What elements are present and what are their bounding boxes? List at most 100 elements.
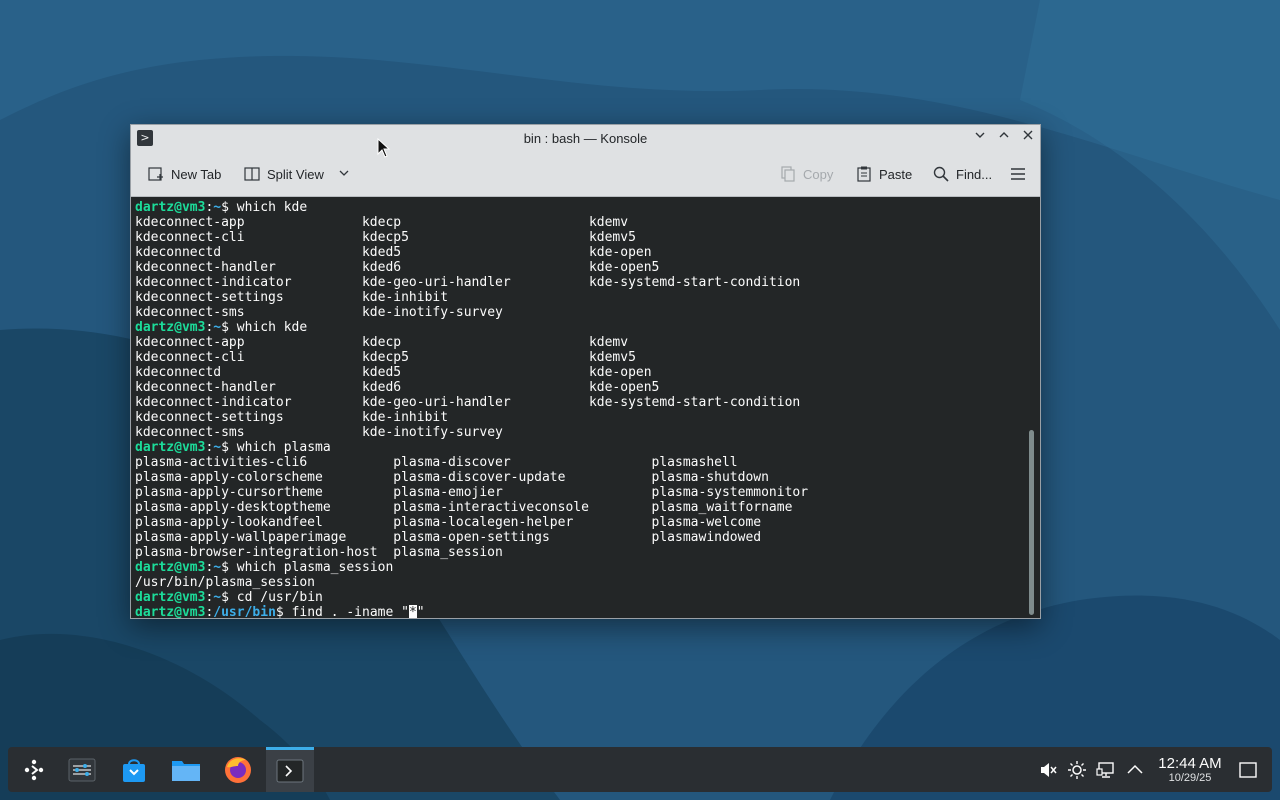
terminal-output-cell: kdecp5 xyxy=(361,230,409,245)
terminal-output-cell: plasma-welcome xyxy=(651,515,762,530)
terminal-output-row: plasma-apply-cursortheme plasma-emojier pl… xyxy=(135,485,1040,500)
terminal-output-row: plasma-browser-integration-host plasma_se… xyxy=(135,545,1040,560)
terminal-output-cell: kdemv xyxy=(588,335,629,350)
prompt-command: which kde xyxy=(236,200,308,215)
prompt-symbol: $ xyxy=(221,320,237,335)
terminal-output-row: plasma-activities-cli6 plasma-discover pla… xyxy=(135,455,1040,470)
terminal-output-cell: plasma-localegen-helper xyxy=(393,515,574,530)
find-label: Find... xyxy=(956,166,993,182)
terminal-output-cell: plasma-discover xyxy=(393,455,511,470)
show-desktop-icon[interactable] xyxy=(1238,760,1258,780)
terminal-output[interactable]: dartz@vm3:~$ which kde kdeconnect-app kdec… xyxy=(131,197,1040,619)
volume-muted-icon[interactable] xyxy=(1038,760,1058,780)
terminal-output-cell: kde-open xyxy=(588,245,652,260)
prompt-command: cd /usr/bin xyxy=(236,590,323,605)
prompt-command: find . -iname " xyxy=(291,605,409,619)
prompt-command: which plasma_session xyxy=(236,560,394,575)
prompt-symbol: $ xyxy=(221,440,237,455)
terminal-output-cell: kdecp5 xyxy=(361,350,409,365)
terminal-current-prompt: dartz@vm3:/usr/bin$ find . -iname "*" xyxy=(135,605,1040,619)
terminal-output-cell: plasma-apply-desktoptheme xyxy=(135,500,331,515)
taskbar: 12:44 AM 10/29/25 xyxy=(8,747,1272,792)
system-settings-icon[interactable] xyxy=(58,747,106,792)
terminal-output-cell: plasma-activities-cli6 xyxy=(135,455,308,470)
search-icon xyxy=(932,165,950,183)
terminal-output-row: kdeconnect-sms kde-inotify-survey xyxy=(135,425,1040,440)
terminal-output-cell: kdemv5 xyxy=(588,350,636,365)
clock-time[interactable]: 12:44 AM xyxy=(1154,755,1226,772)
terminal-output-cell: kded5 xyxy=(361,245,402,260)
paste-icon xyxy=(855,165,873,183)
terminal-output-cell: kde-inhibit xyxy=(361,290,449,305)
terminal-output-cell: plasma-emojier xyxy=(393,485,503,500)
terminal-output-cell: plasma_session xyxy=(393,545,503,560)
maximize-icon[interactable] xyxy=(995,129,1013,147)
terminal-output-cell: kdeconnect-handler xyxy=(135,380,276,395)
terminal-scrollbar[interactable] xyxy=(1029,430,1034,615)
terminal-output-cell: plasma-apply-cursortheme xyxy=(135,485,323,500)
terminal-output-cell: kde-open xyxy=(588,365,652,380)
terminal-output-cell: plasmashell xyxy=(651,455,738,470)
prompt-user: dartz@vm3 xyxy=(135,320,206,335)
prompt-path: ~ xyxy=(213,440,222,455)
terminal-output-cell: kdeconnect-cli xyxy=(135,230,245,245)
window-titlebar[interactable]: > bin : bash — Konsole xyxy=(131,125,1040,151)
terminal-output-cell: plasma-apply-colorscheme xyxy=(135,470,323,485)
prompt-user: dartz@vm3 xyxy=(135,560,206,575)
prompt-command: which kde xyxy=(236,320,308,335)
terminal-prompt-line: dartz@vm3:~$ cd /usr/bin xyxy=(135,590,1040,605)
terminal-output-cell: kdeconnect-handler xyxy=(135,260,276,275)
new-tab-button[interactable]: New Tab xyxy=(147,163,221,185)
prompt-user: dartz@vm3 xyxy=(135,440,206,455)
app-launcher-icon[interactable] xyxy=(10,747,58,792)
chevron-down-icon[interactable] xyxy=(338,167,350,182)
terminal-output-cell: kded6 xyxy=(361,260,402,275)
discover-store-icon[interactable] xyxy=(110,747,158,792)
dolphin-file-manager-icon[interactable] xyxy=(162,747,210,792)
konsole-icon[interactable] xyxy=(266,747,314,792)
terminal-output-cell: kdeconnect-app xyxy=(135,215,245,230)
terminal-output-cell: plasma-browser-integration-host xyxy=(135,545,378,560)
terminal-output-row: kdeconnect-sms kde-inotify-survey xyxy=(135,305,1040,320)
terminal-output-row: kdeconnect-app kdecp kdemv xyxy=(135,215,1040,230)
copy-label: Copy xyxy=(803,166,834,182)
hamburger-menu-icon[interactable] xyxy=(1009,163,1027,185)
terminal-output-cell: kdeconnect-cli xyxy=(135,350,245,365)
terminal-output-cell: kde-inotify-survey xyxy=(361,305,503,320)
terminal-output-cell: kdeconnect-settings xyxy=(135,290,284,305)
terminal-output-cell: kde-open5 xyxy=(588,380,660,395)
network-icon[interactable] xyxy=(1096,760,1116,780)
terminal-output-cell: kdecp xyxy=(361,335,402,350)
terminal-output-cell: kded5 xyxy=(361,365,402,380)
terminal-output-cell: kdeconnect-indicator xyxy=(135,395,292,410)
terminal-output-row: kdeconnect-cli kdecp5 kdemv5 xyxy=(135,230,1040,245)
paste-label: Paste xyxy=(879,166,913,182)
paste-button[interactable]: Paste xyxy=(855,163,912,185)
minimize-icon[interactable] xyxy=(971,129,989,147)
terminal-output-row: kdeconnect-cli kdecp5 kdemv5 xyxy=(135,350,1040,365)
terminal-output-cell: kdecp xyxy=(361,215,402,230)
find-button[interactable]: Find... xyxy=(932,163,992,185)
terminal-output-cell: plasmawindowed xyxy=(651,530,762,545)
terminal-output-cell: kde-geo-uri-handler xyxy=(361,395,511,410)
terminal-output-cell: kdeconnect-sms xyxy=(135,305,245,320)
konsole-toolbar: New Tab Split View Copy Paste Find... xyxy=(131,151,1040,197)
terminal-output-cell: plasma_waitforname xyxy=(651,500,793,515)
close-icon[interactable] xyxy=(1019,129,1037,147)
terminal-output-row: plasma-apply-colorscheme plasma-discover-… xyxy=(135,470,1040,485)
prompt-symbol: $ xyxy=(221,560,237,575)
terminal-output-row: kdeconnect-settings kde-inhibit xyxy=(135,410,1040,425)
terminal-prompt-line: dartz@vm3:~$ which kde xyxy=(135,320,1040,335)
terminal-output-cell: kdeconnect-app xyxy=(135,335,245,350)
copy-button[interactable]: Copy xyxy=(779,163,833,185)
show-hidden-icons-chevron-icon[interactable] xyxy=(1125,760,1145,780)
terminal-prompt-line: dartz@vm3:~$ which kde xyxy=(135,200,1040,215)
terminal-output-row: /usr/bin/plasma_session xyxy=(135,575,1040,590)
split-view-button[interactable]: Split View xyxy=(243,163,350,185)
terminal-output-row: kdeconnect-settings kde-inhibit xyxy=(135,290,1040,305)
clock-date[interactable]: 10/29/25 xyxy=(1154,772,1226,784)
terminal-output-cell: kde-systemd-start-condition xyxy=(588,275,801,290)
firefox-icon[interactable] xyxy=(214,747,262,792)
brightness-icon[interactable] xyxy=(1067,760,1087,780)
terminal-output-cell: kdeconnect-sms xyxy=(135,425,245,440)
